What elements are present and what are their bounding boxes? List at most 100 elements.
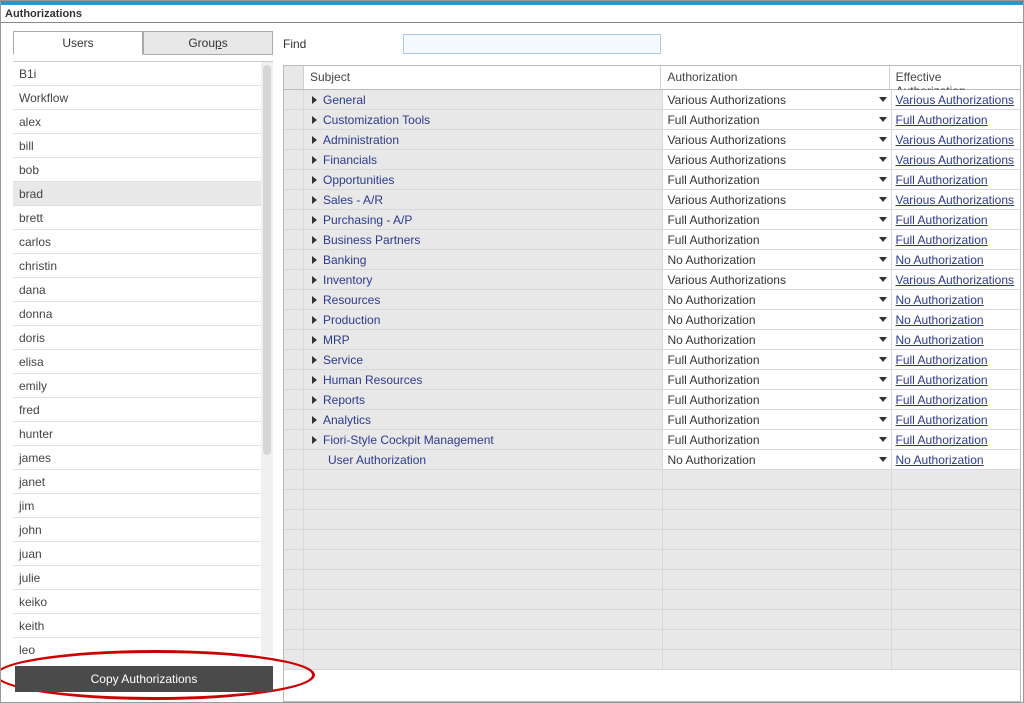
effective-auth-link[interactable]: Full Authorization	[896, 173, 988, 187]
authorization-cell[interactable]: Various Authorizations	[663, 270, 891, 289]
expand-icon[interactable]	[312, 136, 317, 144]
grid-row[interactable]: User AuthorizationNo AuthorizationNo Aut…	[284, 450, 1020, 470]
user-row[interactable]: keith	[13, 614, 261, 638]
authorization-cell[interactable]: No Authorization	[663, 310, 891, 329]
dropdown-icon[interactable]	[879, 457, 887, 462]
user-row[interactable]: hunter	[13, 422, 261, 446]
authorization-cell[interactable]: Full Authorization	[663, 370, 891, 389]
authorization-cell[interactable]: Various Authorizations	[663, 130, 891, 149]
expand-icon[interactable]	[312, 256, 317, 264]
grid-row[interactable]: FinancialsVarious AuthorizationsVarious …	[284, 150, 1020, 170]
expand-icon[interactable]	[312, 156, 317, 164]
expand-icon[interactable]	[312, 356, 317, 364]
effective-auth-link[interactable]: Full Authorization	[896, 413, 988, 427]
expand-icon[interactable]	[312, 96, 317, 104]
subject-cell[interactable]: Production	[304, 310, 663, 329]
tab-groups[interactable]: Groups	[143, 31, 273, 55]
user-row[interactable]: carlos	[13, 230, 261, 254]
user-row[interactable]: janet	[13, 470, 261, 494]
subject-cell[interactable]: Fiori-Style Cockpit Management	[304, 430, 663, 449]
effective-auth-link[interactable]: Various Authorizations	[896, 193, 1015, 207]
subject-cell[interactable]: Administration	[304, 130, 663, 149]
effective-auth-link[interactable]: No Authorization	[896, 253, 984, 267]
dropdown-icon[interactable]	[879, 137, 887, 142]
expand-icon[interactable]	[312, 116, 317, 124]
dropdown-icon[interactable]	[879, 117, 887, 122]
effective-auth-link[interactable]: No Authorization	[896, 313, 984, 327]
subject-cell[interactable]: Banking	[304, 250, 663, 269]
effective-auth-link[interactable]: No Authorization	[896, 333, 984, 347]
scroll-thumb[interactable]	[263, 65, 271, 455]
grid-row[interactable]: Sales - A/RVarious AuthorizationsVarious…	[284, 190, 1020, 210]
tab-users[interactable]: Users	[13, 31, 143, 55]
subject-cell[interactable]: MRP	[304, 330, 663, 349]
user-row[interactable]: james	[13, 446, 261, 470]
dropdown-icon[interactable]	[879, 277, 887, 282]
effective-auth-link[interactable]: Various Authorizations	[896, 93, 1015, 107]
dropdown-icon[interactable]	[879, 357, 887, 362]
grid-row[interactable]: ReportsFull AuthorizationFull Authorizat…	[284, 390, 1020, 410]
user-row[interactable]: B1i	[13, 62, 261, 86]
user-row[interactable]: brad	[13, 182, 261, 206]
dropdown-icon[interactable]	[879, 97, 887, 102]
subject-cell[interactable]: Inventory	[304, 270, 663, 289]
subject-cell[interactable]: Sales - A/R	[304, 190, 663, 209]
dropdown-icon[interactable]	[879, 217, 887, 222]
subject-cell[interactable]: Resources	[304, 290, 663, 309]
authorization-cell[interactable]: Full Authorization	[663, 350, 891, 369]
authorization-cell[interactable]: Various Authorizations	[663, 150, 891, 169]
expand-icon[interactable]	[312, 396, 317, 404]
user-row[interactable]: brett	[13, 206, 261, 230]
effective-auth-link[interactable]: Various Authorizations	[896, 153, 1015, 167]
dropdown-icon[interactable]	[879, 297, 887, 302]
effective-auth-link[interactable]: Various Authorizations	[896, 133, 1015, 147]
grid-row[interactable]: Fiori-Style Cockpit Management Full Autho…	[284, 430, 1020, 450]
user-row[interactable]: keiko	[13, 590, 261, 614]
user-row[interactable]: bob	[13, 158, 261, 182]
user-row[interactable]: dana	[13, 278, 261, 302]
authorization-cell[interactable]: Various Authorizations	[663, 190, 891, 209]
dropdown-icon[interactable]	[879, 417, 887, 422]
user-row[interactable]: bill	[13, 134, 261, 158]
subject-cell[interactable]: Service	[304, 350, 663, 369]
copy-authorizations-button[interactable]: Copy Authorizations	[15, 666, 273, 692]
subject-cell[interactable]: Human Resources	[304, 370, 663, 389]
grid-row[interactable]: Purchasing - A/PFull AuthorizationFull A…	[284, 210, 1020, 230]
effective-auth-link[interactable]: Full Authorization	[896, 353, 988, 367]
effective-auth-link[interactable]: Full Authorization	[896, 113, 988, 127]
authorization-cell[interactable]: No Authorization	[663, 250, 891, 269]
authorization-cell[interactable]: Full Authorization	[663, 210, 891, 229]
user-row[interactable]: emily	[13, 374, 261, 398]
effective-auth-link[interactable]: Full Authorization	[896, 233, 988, 247]
effective-auth-link[interactable]: Full Authorization	[896, 433, 988, 447]
user-row[interactable]: julie	[13, 566, 261, 590]
effective-auth-link[interactable]: Full Authorization	[896, 393, 988, 407]
dropdown-icon[interactable]	[879, 437, 887, 442]
subject-cell[interactable]: General	[304, 90, 663, 109]
grid-row[interactable]: GeneralVarious AuthorizationsVarious Aut…	[284, 90, 1020, 110]
expand-icon[interactable]	[312, 416, 317, 424]
authorization-cell[interactable]: Full Authorization	[663, 170, 891, 189]
grid-header-effective[interactable]: Effective Authorization	[890, 66, 1020, 89]
expand-icon[interactable]	[312, 276, 317, 284]
user-row[interactable]: alex	[13, 110, 261, 134]
user-row[interactable]: john	[13, 518, 261, 542]
user-row[interactable]: doris	[13, 326, 261, 350]
authorization-cell[interactable]: No Authorization	[663, 290, 891, 309]
dropdown-icon[interactable]	[879, 197, 887, 202]
subject-cell[interactable]: Financials	[304, 150, 663, 169]
subject-cell[interactable]: Purchasing - A/P	[304, 210, 663, 229]
user-row[interactable]: leo	[13, 638, 261, 656]
expand-icon[interactable]	[312, 236, 317, 244]
find-input[interactable]	[403, 34, 661, 54]
expand-icon[interactable]	[312, 296, 317, 304]
subject-cell[interactable]: User Authorization	[304, 450, 663, 469]
grid-row[interactable]: AdministrationVarious AuthorizationsVari…	[284, 130, 1020, 150]
subject-cell[interactable]: Business Partners	[304, 230, 663, 249]
user-row[interactable]: christin	[13, 254, 261, 278]
dropdown-icon[interactable]	[879, 337, 887, 342]
effective-auth-link[interactable]: Various Authorizations	[896, 273, 1015, 287]
expand-icon[interactable]	[312, 176, 317, 184]
authorization-cell[interactable]: Full Authorization	[663, 230, 891, 249]
grid-row[interactable]: ServiceFull AuthorizationFull Authorizat…	[284, 350, 1020, 370]
